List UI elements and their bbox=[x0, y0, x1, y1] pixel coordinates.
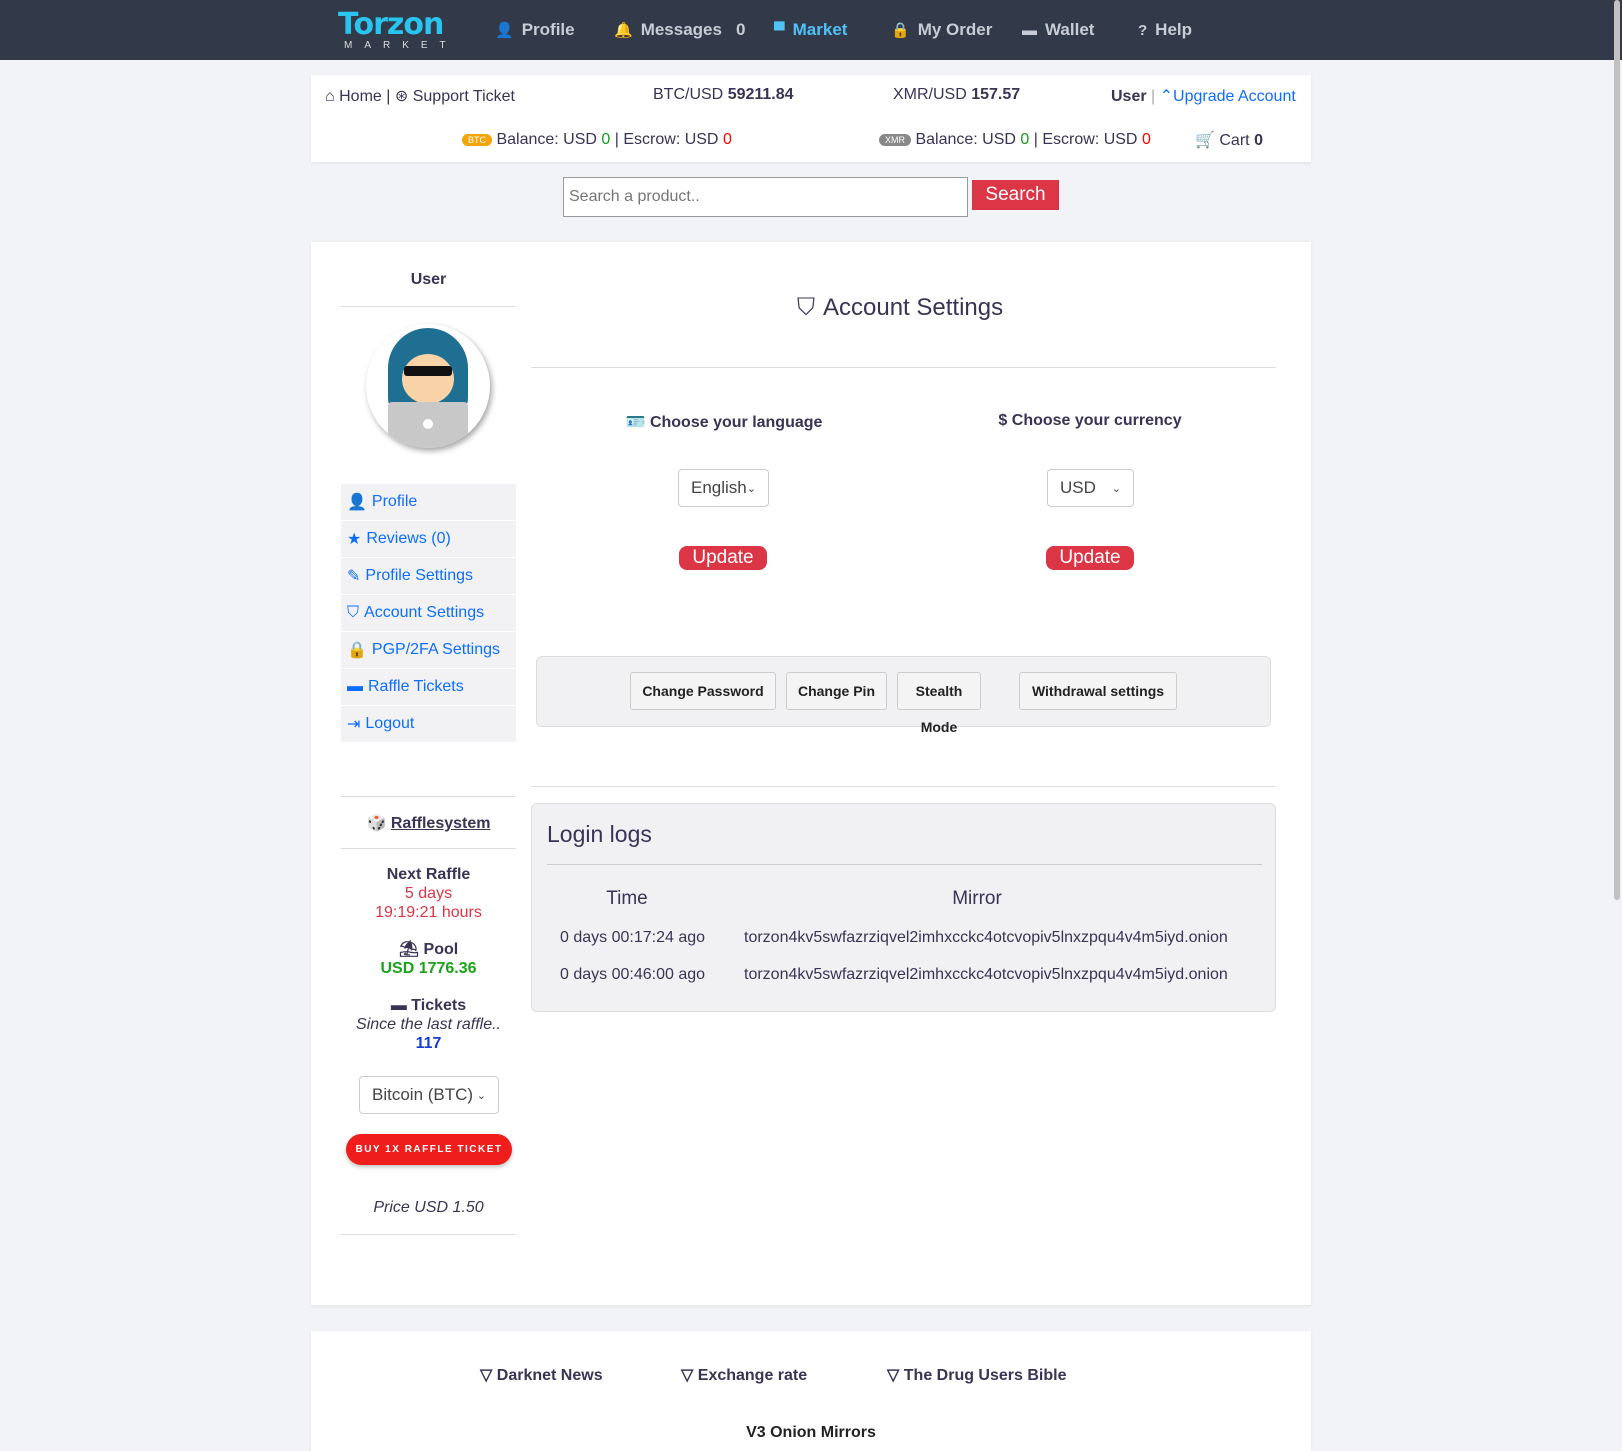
chevron-down-icon: ⌄ bbox=[1111, 482, 1121, 495]
footer-link-drug-users-bible[interactable]: ▽ The Drug Users Bible bbox=[887, 1365, 1066, 1385]
nav-profile[interactable]: 👤 Profile bbox=[495, 20, 575, 40]
star-icon: ★ bbox=[347, 531, 362, 548]
pool-icon: ⛱ bbox=[398, 941, 420, 958]
footer-link-darknet-news[interactable]: ▽ Darknet News bbox=[480, 1365, 603, 1385]
raffle-info: Next Raffle 5 days 19:19:21 hours ⛱ Pool… bbox=[356, 866, 501, 1052]
avatar bbox=[366, 324, 490, 448]
ticket-icon: ▬ bbox=[347, 678, 363, 695]
shield-icon: ⛉ bbox=[797, 294, 815, 321]
nav-wallet[interactable]: ▬ Wallet bbox=[1022, 20, 1094, 40]
log-time: 0 days 00:17:24 ago bbox=[560, 929, 706, 946]
language-label: 🪪 Choose your language bbox=[625, 414, 823, 431]
change-password-button[interactable]: Change Password bbox=[630, 672, 776, 710]
search-input[interactable] bbox=[563, 177, 968, 217]
sidebar-title: User bbox=[410, 271, 447, 288]
stealth-mode-button[interactable]: Stealth Mode bbox=[897, 672, 981, 735]
withdrawal-settings-button[interactable]: Withdrawal settings bbox=[1019, 672, 1177, 710]
chevron-down-icon: ⌄ bbox=[476, 1089, 486, 1102]
wallet-icon: ▬ bbox=[1022, 21, 1037, 39]
xmr-balance: XMR Balance: USD 0 | Escrow: USD 0 bbox=[879, 131, 1151, 149]
bag-icon: 🔒 bbox=[891, 22, 910, 39]
cart-link[interactable]: 🛒 Cart 0 bbox=[1195, 130, 1263, 150]
store-icon: ▀ bbox=[774, 21, 785, 39]
support-ticket-link[interactable]: Support Ticket bbox=[413, 88, 515, 105]
page-title: ⛉ Account Settings bbox=[797, 294, 1004, 321]
lifebuoy-icon: ⊛ bbox=[394, 88, 409, 105]
mirrors-title: V3 Onion Mirrors bbox=[746, 1424, 876, 1441]
sidebar-item-profile-settings[interactable]: ✎ Profile Settings bbox=[341, 558, 516, 594]
login-logs-panel: Login logs Time Mirror 0 days 00:17:24 a… bbox=[531, 803, 1276, 1012]
btc-rate: BTC/USD 59211.84 bbox=[653, 86, 794, 103]
user-icon: 👤 bbox=[347, 494, 367, 511]
triangle-down-icon: ▽ bbox=[887, 1367, 900, 1384]
nav-messages[interactable]: 🔔 Messages 0 bbox=[614, 20, 745, 40]
footer-card: ▽ Darknet News ▽ Exchange rate ▽ The Dru… bbox=[311, 1331, 1311, 1451]
scrollbar[interactable] bbox=[1614, 0, 1620, 900]
navbar: Torzon MARKET 👤 Profile 🔔 Messages 0 ▀ Marke… bbox=[0, 0, 1622, 60]
question-icon: ? bbox=[1138, 21, 1148, 39]
column-header-time: Time bbox=[606, 888, 648, 909]
shield-icon: ⛉ bbox=[347, 604, 360, 621]
nav-market[interactable]: ▀ Market bbox=[774, 20, 847, 40]
update-language-button[interactable]: Update bbox=[679, 546, 767, 570]
search-button[interactable]: Search bbox=[972, 180, 1059, 210]
xmr-rate: XMR/USD 157.57 bbox=[893, 86, 1021, 103]
raffle-price: Price USD 1.50 bbox=[373, 1199, 484, 1216]
sidebar-item-account-settings[interactable]: ⛉ Account Settings bbox=[341, 595, 516, 631]
sidebar-item-profile[interactable]: 👤 Profile bbox=[341, 484, 516, 520]
bell-icon: 🔔 bbox=[614, 22, 633, 39]
column-header-mirror: Mirror bbox=[952, 888, 1002, 909]
triangle-down-icon: ▽ bbox=[681, 1367, 694, 1384]
chevron-up-icon: ⌃ bbox=[1159, 88, 1174, 105]
user-icon: 👤 bbox=[495, 22, 514, 39]
upgrade-account-link[interactable]: Upgrade Account bbox=[1173, 88, 1296, 105]
log-time: 0 days 00:46:00 ago bbox=[560, 966, 706, 983]
id-card-icon: 🪪 bbox=[625, 414, 646, 431]
dice-icon: 🎲 bbox=[366, 815, 387, 832]
sidebar-item-reviews[interactable]: ★ Reviews (0) bbox=[341, 521, 516, 557]
log-mirror: torzon4kv5swfazrziqvel2imhxcckc4otcvopiv… bbox=[744, 929, 1228, 946]
triangle-down-icon: ▽ bbox=[480, 1367, 493, 1384]
buy-raffle-ticket-button[interactable]: BUY 1X RAFFLE TICKET bbox=[346, 1134, 512, 1165]
ticket-icon: ▬ bbox=[390, 997, 407, 1014]
logo[interactable]: Torzon MARKET bbox=[338, 10, 448, 54]
logout-icon: ⇥ bbox=[347, 716, 361, 733]
log-mirror: torzon4kv5swfazrziqvel2imhxcckc4otcvopiv… bbox=[744, 966, 1228, 983]
nav-help[interactable]: ? Help bbox=[1138, 20, 1192, 40]
top-info-card: ⌂ Home | ⊛ Support Ticket BTC/USD 59211.… bbox=[311, 75, 1311, 162]
chevron-down-icon: ⌄ bbox=[746, 482, 756, 495]
update-currency-button[interactable]: Update bbox=[1046, 546, 1134, 570]
coin-icon: $ bbox=[998, 412, 1008, 429]
lock-icon: 🔒 bbox=[347, 642, 367, 659]
cart-icon: 🛒 bbox=[1195, 132, 1215, 149]
pencil-icon: ✎ bbox=[347, 568, 361, 585]
raffle-currency-select[interactable]: Bitcoin (BTC) ⌄ bbox=[359, 1076, 499, 1114]
footer-link-exchange-rate[interactable]: ▽ Exchange rate bbox=[681, 1365, 807, 1385]
sidebar-item-raffle-tickets[interactable]: ▬ Raffle Tickets bbox=[341, 669, 516, 705]
breadcrumb: ⌂ Home | ⊛ Support Ticket bbox=[325, 88, 515, 105]
user-area: User | ⌃Upgrade Account bbox=[1111, 88, 1296, 105]
nav-my-order[interactable]: 🔒 My Order bbox=[891, 20, 992, 40]
home-icon: ⌂ bbox=[325, 88, 335, 105]
btc-balance: BTC Balance: USD 0 | Escrow: USD 0 bbox=[462, 131, 732, 149]
home-link[interactable]: Home bbox=[339, 88, 382, 105]
login-logs-title: Login logs bbox=[547, 821, 652, 847]
currency-select[interactable]: USD ⌄ bbox=[1047, 469, 1134, 507]
sidebar-item-pgp-2fa[interactable]: 🔒 PGP/2FA Settings bbox=[341, 632, 516, 668]
rafflesystem-link[interactable]: 🎲 Rafflesystem bbox=[341, 813, 516, 833]
change-pin-button[interactable]: Change Pin bbox=[786, 672, 887, 710]
currency-label: $ Choose your currency bbox=[998, 412, 1182, 429]
sidebar-item-logout[interactable]: ⇥ Logout bbox=[341, 706, 516, 742]
language-select[interactable]: English ⌄ bbox=[678, 469, 769, 507]
